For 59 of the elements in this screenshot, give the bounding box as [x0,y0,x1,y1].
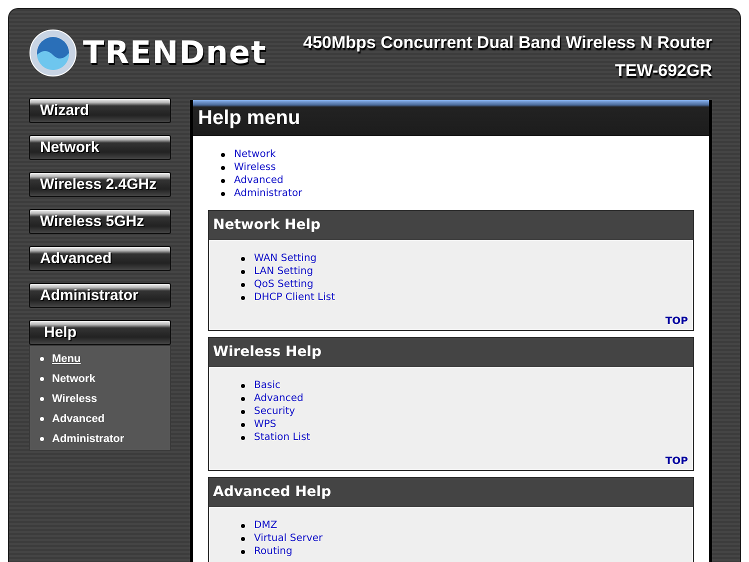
help-link[interactable]: Routing [254,546,292,557]
bullet-icon [241,410,245,414]
bullet-icon [40,437,44,441]
bullet-icon [241,524,245,528]
help-link[interactable]: Virtual Server [254,533,323,544]
bullet-icon [40,377,44,381]
help-link[interactable]: Security [254,406,296,417]
help-link[interactable]: QoS Setting [254,279,314,290]
bullet-icon [241,282,245,286]
bullet-icon [221,192,225,196]
top-link[interactable]: TOP [665,456,688,467]
help-link[interactable]: Basic [254,380,280,391]
help-link[interactable]: LAN Setting [254,266,314,277]
section-title: Network Help [209,211,693,240]
bullet-icon [241,396,245,400]
bullet-icon [241,296,245,300]
bullet-icon [241,422,245,426]
nav-button[interactable]: Wireless 2.4GHz [29,172,171,197]
bullet-icon [241,436,245,440]
brand-logo-text: TRENDnet [83,35,267,71]
submenu-link[interactable]: Administrator [52,432,124,446]
bullet-icon [241,256,245,260]
bullet-icon [221,166,225,170]
help-link[interactable]: WPS [254,419,276,430]
help-link[interactable]: Advanced [254,393,304,404]
bullet-icon [40,397,44,401]
product-title: 450Mbps Concurrent Dual Band Wireless N Router [303,33,712,53]
help-link[interactable]: Administrator [234,188,302,199]
nav-button[interactable]: Network [29,135,171,160]
bullet-icon [221,178,225,182]
submenu-link[interactable]: Network [52,372,96,386]
page-title: Help menu [193,100,709,136]
help-link[interactable]: Wireless [234,162,276,173]
help-link[interactable]: Advanced [234,175,284,186]
model-name: TEW-692GR [615,61,712,81]
help-link[interactable]: WAN Setting [254,253,317,264]
top-link[interactable]: TOP [665,316,688,327]
section-title: Wireless Help [209,338,693,367]
bullet-icon [40,357,44,361]
help-link[interactable]: Station List [254,432,310,443]
bullet-icon [241,270,245,274]
nav-button[interactable]: Wireless 5GHz [29,209,171,234]
bullet-icon [241,550,245,554]
bullet-icon [221,152,225,156]
submenu-link[interactable]: Menu [52,352,81,366]
nav-button[interactable]: Help [29,320,171,345]
help-link[interactable]: Network [234,149,276,160]
bullet-icon [241,536,245,540]
submenu-link[interactable]: Wireless [52,392,98,406]
bullet-icon [241,384,245,388]
nav-button[interactable]: Advanced [29,246,171,271]
bullet-icon [40,417,44,421]
help-link[interactable]: DMZ [254,520,278,531]
nav-button[interactable]: Administrator [29,283,171,308]
submenu-link[interactable]: Advanced [52,412,105,426]
logo-icon [29,29,77,77]
nav-button[interactable]: Wizard [29,98,171,123]
section-title: Advanced Help [209,478,693,507]
help-link[interactable]: DHCP Client List [254,292,336,303]
